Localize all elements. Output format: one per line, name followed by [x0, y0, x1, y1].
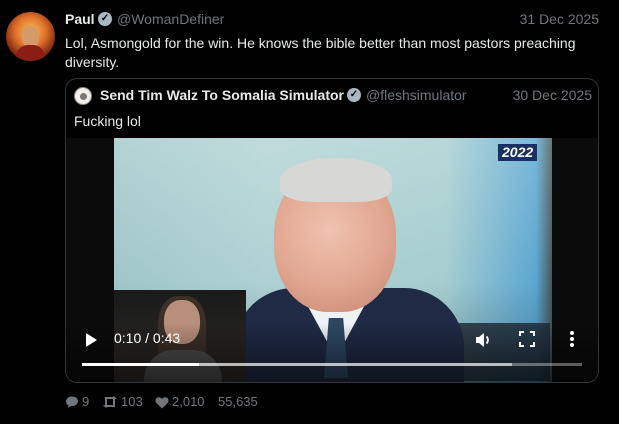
reply-button[interactable]: 9 [65, 394, 89, 409]
view-count: 55,635 [218, 394, 258, 409]
year-badge: 2022 [498, 144, 538, 161]
reply-count: 9 [82, 394, 90, 409]
views-button[interactable]: 55,635 [218, 394, 258, 409]
author-name[interactable]: Paul [65, 11, 95, 27]
quote-header: Send Tim Walz To Somalia Simulator ✓ @fl… [74, 87, 592, 105]
quote-text: Fucking lol [74, 113, 141, 129]
video-player[interactable]: 2022 0:10 / 0:43 [66, 138, 598, 382]
fullscreen-icon[interactable] [519, 331, 535, 347]
quoted-tweet[interactable]: Send Tim Walz To Somalia Simulator ✓ @fl… [65, 78, 599, 383]
quote-author-name[interactable]: Send Tim Walz To Somalia Simulator [100, 87, 344, 103]
like-button[interactable]: 2,010 [155, 394, 205, 409]
tweet-header: Paul ✓ @WomanDefiner 31 Dec 2025 [65, 11, 599, 29]
author-avatar[interactable] [6, 12, 55, 61]
retweet-icon [103, 396, 117, 408]
quote-author-handle[interactable]: @fleshsimulator [366, 87, 467, 103]
tweet-date[interactable]: 31 Dec 2025 [520, 11, 599, 27]
quote-avatar[interactable] [74, 87, 92, 105]
video-progress-bar[interactable] [82, 363, 582, 366]
quote-verified-badge-icon: ✓ [347, 88, 361, 102]
heart-icon [155, 397, 169, 409]
reply-icon [66, 396, 78, 408]
verified-badge-icon: ✓ [98, 12, 112, 26]
like-count: 2,010 [172, 394, 205, 409]
play-icon[interactable] [86, 333, 97, 347]
volume-icon[interactable] [474, 331, 492, 349]
tweet-text: Lol, Asmongold for the win. He knows the… [65, 35, 576, 70]
video-person-hair [280, 158, 392, 202]
more-icon[interactable] [569, 330, 575, 348]
avatar-robe [16, 45, 45, 61]
author-handle[interactable]: @WomanDefiner [117, 11, 224, 27]
video-time: 0:10 / 0:43 [114, 330, 181, 346]
video-progress-fill [82, 363, 199, 366]
video-controls: 0:10 / 0:43 [66, 323, 598, 382]
quote-date[interactable]: 30 Dec 2025 [513, 87, 592, 103]
retweet-count: 103 [121, 394, 143, 409]
retweet-button[interactable]: 103 [102, 394, 143, 409]
